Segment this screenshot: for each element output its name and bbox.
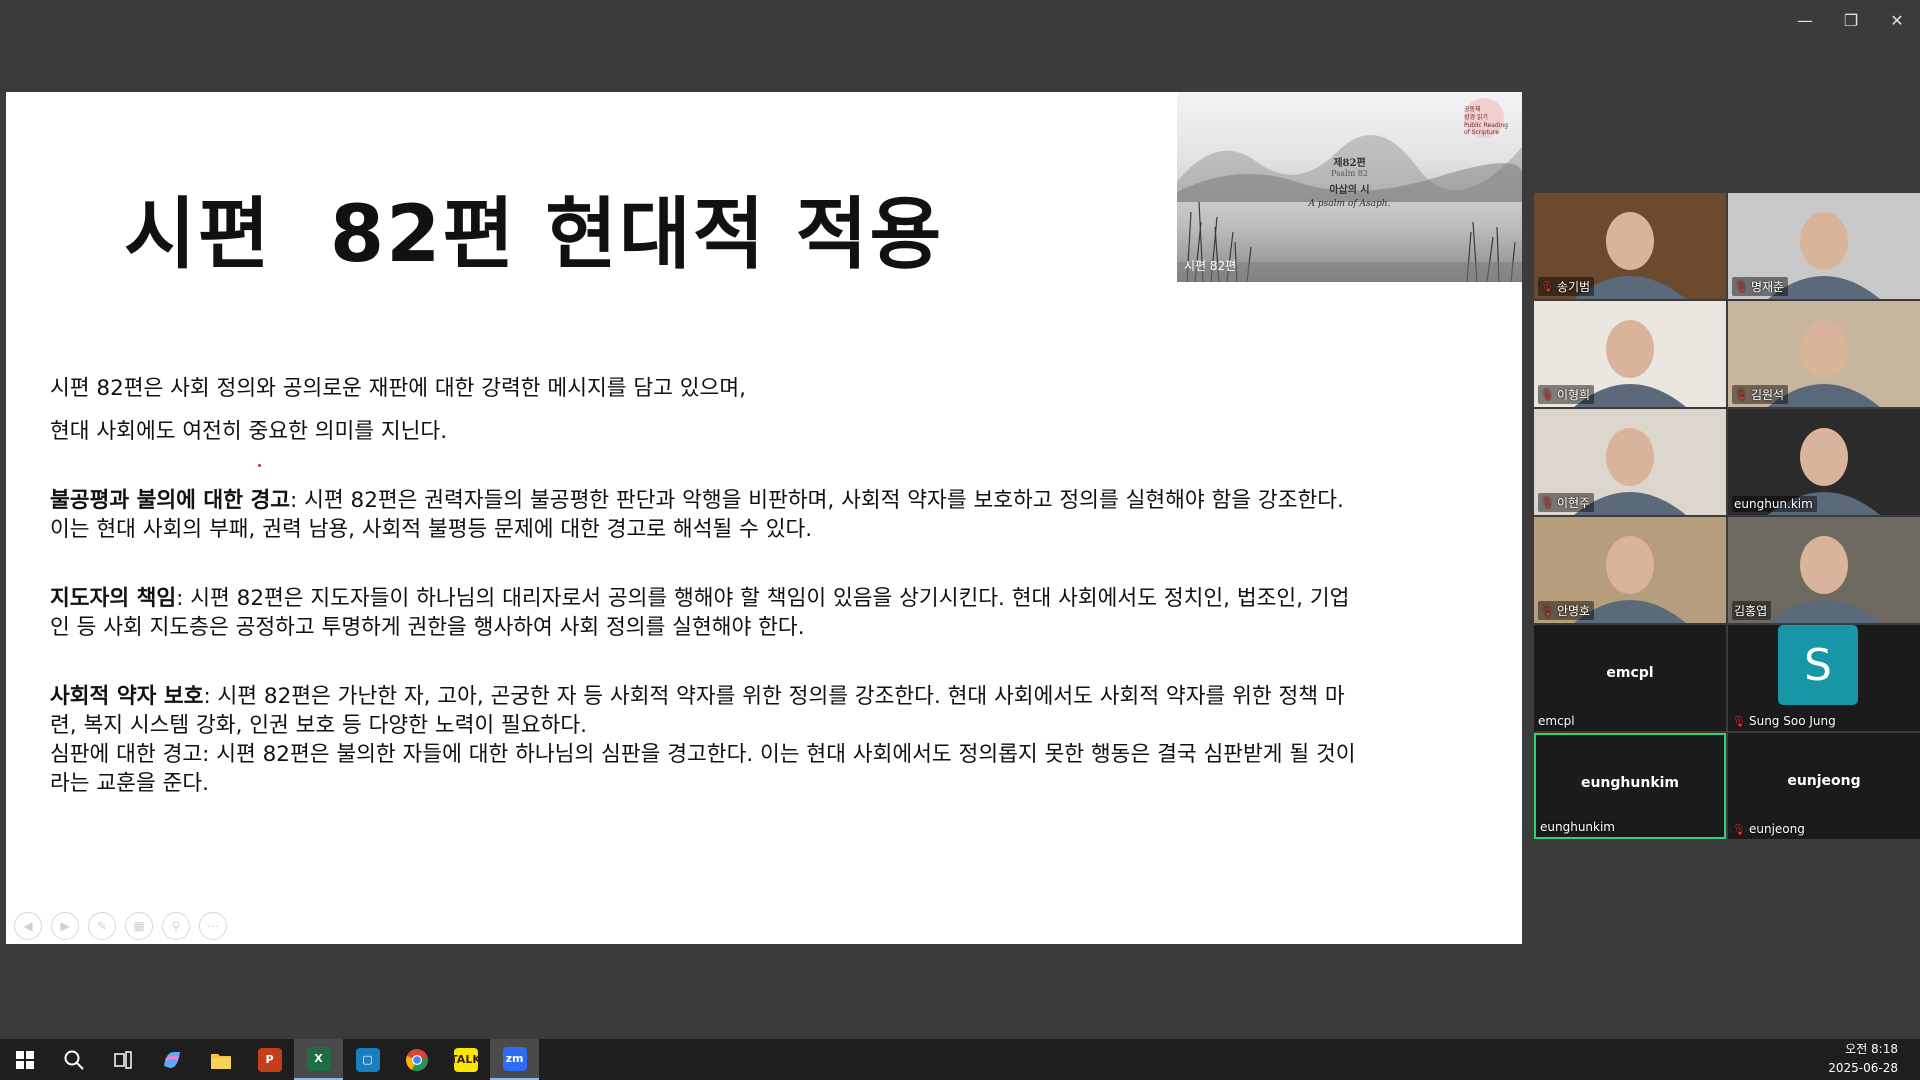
next-slide-icon[interactable]: ▶ xyxy=(51,912,79,940)
participant-tile[interactable]: eunghunkim eunghunkim xyxy=(1534,733,1726,839)
thumbnail-caption: 시편 82편 xyxy=(1184,259,1237,273)
zoom-slide-icon[interactable]: ⚲ xyxy=(162,912,190,940)
participant-name-label: 🎙 송기범 xyxy=(1538,277,1595,296)
participant-name-label: eunghunkim xyxy=(1540,820,1615,834)
participant-name-label: 🎙 안명호 xyxy=(1538,601,1595,620)
mic-muted-icon: 🎙 xyxy=(1734,388,1748,401)
kakaotalk-icon[interactable]: TALK xyxy=(441,1039,490,1080)
mic-muted-icon: 🎙 xyxy=(1540,388,1554,401)
participant-display-name: emcpl xyxy=(1606,665,1654,681)
task-view-icon[interactable] xyxy=(98,1039,147,1080)
slide-thumbnail-image: 공동체 성경 읽기 Public Reading of Scripture 제8… xyxy=(1177,92,1522,282)
participant-tile[interactable]: 🎙 이현주 xyxy=(1534,409,1726,515)
thumbnail-heading: 제82편 Psalm 82 아삽의 시 A psalm of Asaph. xyxy=(1308,158,1391,209)
participant-name-label: 🎙 eunjeong xyxy=(1732,822,1805,836)
window-controls: — ❐ ✕ xyxy=(1782,0,1920,40)
zoom-glyph: zm xyxy=(502,1046,527,1071)
previous-slide-icon[interactable]: ◀ xyxy=(14,912,42,940)
participant-tile[interactable]: 🎙 안명호 xyxy=(1534,517,1726,623)
participant-tile[interactable]: 🎙 김원석 xyxy=(1728,301,1920,407)
participant-name: 안명호 xyxy=(1556,604,1591,618)
participant-name: Sung Soo Jung xyxy=(1748,714,1836,728)
avatar: S xyxy=(1778,625,1858,705)
participant-display-name: eunghunkim xyxy=(1580,775,1680,791)
participant-name-label: 🎙 이형희 xyxy=(1538,385,1595,404)
participant-display-name: eunjeong xyxy=(1787,773,1861,789)
participant-tile[interactable]: 🎙 명재춘 xyxy=(1728,193,1920,299)
participant-name-label: 🎙 김원석 xyxy=(1732,385,1789,404)
clock-date: 2025-06-28 xyxy=(1828,1061,1898,1075)
pen-icon[interactable]: ✎ xyxy=(88,912,116,940)
paragraph-warning: 불공평과 불의에 대한 경고: 시편 82편은 권력자들의 불공평한 판단과 악… xyxy=(50,488,1344,542)
store-icon[interactable]: ▢ xyxy=(343,1039,392,1080)
file-explorer-icon[interactable] xyxy=(196,1039,245,1080)
paragraph-intro-1: 시편 82편은 사회 정의와 공의로운 재판에 대한 강력한 메시지를 담고 있… xyxy=(50,376,746,401)
zoom-window: — ❐ ✕ 시편 82편 현대적 적용 공동체 성경 읽기 Public Rea… xyxy=(0,0,1920,1039)
participant-name: 명재춘 xyxy=(1750,280,1785,294)
powerpoint-icon[interactable]: P xyxy=(245,1039,294,1080)
participant-tile[interactable]: eunjeong 🎙 eunjeong xyxy=(1728,733,1920,839)
slide-title: 시편 82편 현대적 적용 xyxy=(124,190,944,280)
paragraph-protect-vulnerable: 사회적 약자 보호: 시편 82편은 가난한 자, 고아, 곤궁한 자 등 사회… xyxy=(50,684,1345,738)
participant-tile[interactable]: S 🎙 Sung Soo Jung xyxy=(1728,625,1920,731)
close-button[interactable]: ✕ xyxy=(1874,0,1920,40)
publisher-logo: 공동체 성경 읽기 Public Reading of Scripture xyxy=(1463,106,1508,137)
participant-tile[interactable]: emcpl emcpl xyxy=(1534,625,1726,731)
minimize-button[interactable]: — xyxy=(1782,0,1828,40)
paragraph-judgment-warning: 심판에 대한 경고: 시편 82편은 불의한 자들에 대한 하나님의 심판을 경… xyxy=(50,742,1356,796)
participant-gallery: 🎙 송기범 🎙 명재춘 🎙 이형희 🎙 김원석 🎙 이현주 eunghun.kim 🎙 안명호 김홍엽 em… xyxy=(1534,193,1920,843)
participant-name: eunjeong xyxy=(1748,822,1805,836)
kakaotalk-glyph: TALK xyxy=(450,1047,481,1072)
participant-name: 김원석 xyxy=(1750,388,1785,402)
chrome-icon[interactable] xyxy=(392,1039,441,1080)
mic-muted-icon: 🎙 xyxy=(1734,280,1748,293)
participant-tile[interactable]: 김홍엽 xyxy=(1728,517,1920,623)
powerpoint-glyph: P xyxy=(257,1047,282,1072)
participant-name-label: 김홍엽 xyxy=(1732,601,1772,620)
mic-muted-icon: 🎙 xyxy=(1732,714,1746,728)
copilot-icon[interactable] xyxy=(147,1039,196,1080)
participant-tile[interactable]: 🎙 이형희 xyxy=(1534,301,1726,407)
participant-name: eunghunkim xyxy=(1540,820,1615,834)
mic-muted-icon: 🎙 xyxy=(1732,822,1746,836)
see-all-slides-icon[interactable]: ▦ xyxy=(125,912,153,940)
participant-name: 이현주 xyxy=(1556,496,1591,510)
shared-screen-slide: 시편 82편 현대적 적용 공동체 성경 읽기 Public Reading o… xyxy=(6,92,1522,944)
participant-name-label: emcpl xyxy=(1538,714,1575,728)
clock-time: 오전 8:18 xyxy=(1845,1042,1898,1056)
participant-name-label: 🎙 명재춘 xyxy=(1732,277,1789,296)
participant-name: eunghun.kim xyxy=(1734,497,1813,511)
participant-name-label: 🎙 Sung Soo Jung xyxy=(1732,714,1836,728)
laser-pointer-dot xyxy=(258,464,261,467)
participant-name: emcpl xyxy=(1538,714,1575,728)
participant-tile[interactable]: eunghun.kim xyxy=(1728,409,1920,515)
participant-name: 김홍엽 xyxy=(1734,604,1768,618)
mic-muted-icon: 🎙 xyxy=(1540,604,1554,617)
more-options-icon[interactable]: ⋯ xyxy=(199,912,227,940)
participant-name: 송기범 xyxy=(1556,280,1591,294)
store-glyph: ▢ xyxy=(355,1047,380,1072)
windows-taskbar: P X ▢ TALK zm xyxy=(0,1039,1920,1080)
zoom-icon[interactable]: zm xyxy=(490,1039,539,1080)
system-clock[interactable]: 오전 8:18 2025-06-28 xyxy=(1828,1040,1898,1078)
excel-glyph: X xyxy=(306,1046,331,1071)
participant-name: 이형희 xyxy=(1556,388,1591,402)
paragraph-intro-2: 현대 사회에도 여전히 중요한 의미를 지닌다. xyxy=(50,419,448,444)
mic-muted-icon: 🎙 xyxy=(1540,280,1554,293)
participant-name-label: eunghun.kim xyxy=(1732,496,1817,512)
restore-button[interactable]: ❐ xyxy=(1828,0,1874,40)
paragraph-leader-responsibility: 지도자의 책임: 시편 82편은 지도자들이 하나님의 대리자로서 공의를 행해… xyxy=(50,586,1350,640)
participant-name-label: 🎙 이현주 xyxy=(1538,493,1595,512)
windows-start-icon[interactable] xyxy=(0,1039,49,1080)
slide-body: 시편 82편은 사회 정의와 공의로운 재판에 대한 강력한 메시지를 담고 있… xyxy=(50,374,1360,798)
participant-tile[interactable]: 🎙 송기범 xyxy=(1534,193,1726,299)
slideshow-toolbar: ◀ ▶ ✎ ▦ ⚲ ⋯ xyxy=(14,912,227,940)
excel-icon[interactable]: X xyxy=(294,1039,343,1080)
mic-muted-icon: 🎙 xyxy=(1540,496,1554,509)
search-icon[interactable] xyxy=(49,1039,98,1080)
